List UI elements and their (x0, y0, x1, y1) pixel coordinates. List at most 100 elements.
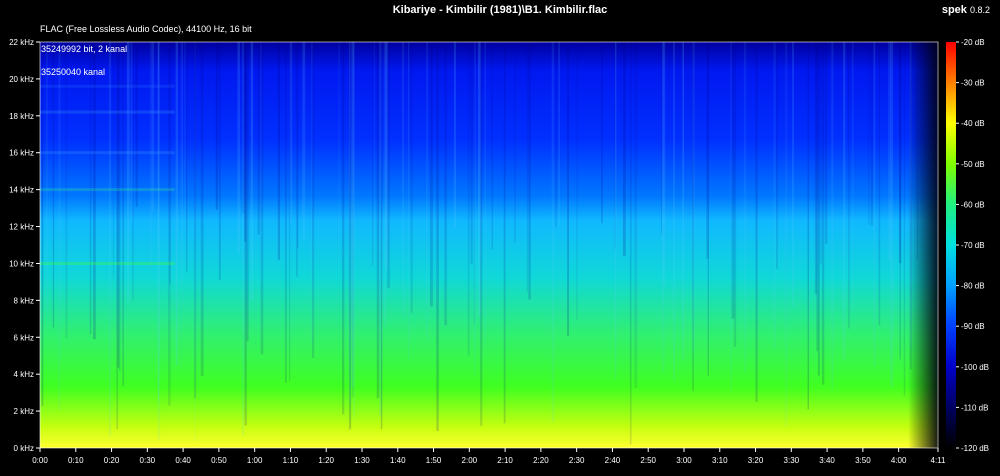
spectrogram-streak (662, 42, 665, 373)
spectrogram-streak (817, 42, 820, 376)
x-tick-label: 3:00 (676, 456, 692, 465)
y-axis: 0 kHz 2 kHz 4 kHz 6 kHz 8 kHz 10 kHz 12 kHz 14 … (9, 38, 40, 453)
spectrogram-streak (167, 42, 171, 406)
spectrogram-streak (430, 42, 433, 307)
spectrogram-streak (151, 42, 155, 212)
spectrogram-streak (289, 42, 291, 381)
spectrogram-streak (576, 42, 578, 320)
spectrogram-streak (250, 42, 254, 301)
colorbar-label: -120 dB (961, 444, 989, 453)
x-tick-label: 1:20 (318, 456, 334, 465)
spectrogram-streak (215, 42, 218, 210)
spectrogram-streak (380, 42, 383, 430)
spectrogram-streak (257, 42, 260, 235)
spectrogram-streak (408, 42, 410, 361)
spectrogram-streak (558, 42, 560, 227)
x-tick-label: 2:20 (533, 456, 549, 465)
spectrogram-streak (888, 42, 891, 261)
x-tick-label: 4:11 (931, 456, 947, 465)
x-tick-label: 2:00 (462, 456, 478, 465)
spectrogram-band (40, 262, 175, 265)
spectrogram-streak (260, 42, 264, 355)
spectrogram-streak (660, 42, 662, 235)
x-axis: 0:00 0:10 0:20 0:30 0:40 0:50 1:00 1:10 1:20 1:30… (32, 448, 946, 465)
y-tick-label: 14 kHz (9, 186, 34, 195)
spectrogram-streak (776, 42, 778, 269)
x-tick-label: 0:00 (32, 456, 48, 465)
spectrogram-streak (338, 42, 340, 248)
spectrogram-streak (342, 42, 345, 415)
spectrogram-streak (814, 42, 818, 295)
colorbar-label: -50 dB (961, 160, 985, 169)
spectrogram-band (40, 110, 175, 114)
spectrogram-streak (682, 42, 684, 360)
x-tick-label: 2:40 (605, 456, 621, 465)
spectrogram-streak (372, 42, 374, 266)
spectrogram-streak (376, 42, 380, 399)
spectrogram-streak (707, 42, 709, 376)
spectrogram-area (40, 42, 938, 448)
y-tick-label: 20 kHz (9, 75, 34, 84)
spectrogram-streak (426, 42, 428, 340)
x-tick-label: 2:10 (497, 456, 513, 465)
spectrogram-streak (467, 42, 470, 356)
spectrogram-band (40, 84, 175, 88)
spectrogram-streak (528, 42, 531, 300)
x-tick-label: 1:30 (354, 456, 370, 465)
spectrogram-chart: 35249992 bit, 2 kanal 35250040 kanal 0:00… (9, 38, 989, 465)
spectrogram-streak (46, 42, 48, 312)
spectrogram-streak (470, 42, 473, 264)
x-tick-label: 2:30 (569, 456, 585, 465)
y-tick-label: 6 kHz (14, 333, 34, 342)
colorbar-label: -70 dB (961, 241, 985, 250)
spectrogram-streak (410, 42, 413, 313)
y-tick-label: 2 kHz (14, 407, 34, 416)
colorbar-label: -30 dB (961, 79, 985, 88)
spectrogram-streak (743, 42, 747, 374)
spectrogram-streak (241, 42, 245, 436)
spectrogram-streak (514, 42, 516, 243)
spectrogram-streak (870, 42, 874, 226)
spectrogram-streak (819, 42, 822, 264)
spectrogram-streak (526, 42, 528, 292)
spectrogram-streak (108, 42, 112, 437)
spectrogram-streak (903, 42, 906, 396)
spectrogram-streak (200, 42, 204, 376)
spectrogram-streak (503, 42, 506, 424)
x-tick-label: 3:20 (748, 456, 764, 465)
x-tick-label: 0:50 (211, 456, 227, 465)
x-tick-label: 1:10 (283, 456, 299, 465)
spectrogram-streak (629, 42, 632, 445)
spectrogram-streak (851, 42, 854, 312)
spectrogram-streak (491, 42, 493, 250)
spectrogram-streak (130, 42, 133, 221)
spectrogram-streak (122, 42, 124, 387)
spectrogram-streak (484, 42, 486, 348)
colorbar-label: -60 dB (961, 200, 985, 209)
colorbar-label: -20 dB (961, 38, 985, 47)
y-tick-label: 12 kHz (9, 223, 34, 232)
spectrogram-streak (843, 42, 846, 360)
spectrogram-streak (312, 42, 315, 358)
spectrogram-streak (873, 42, 876, 367)
spectrogram-streak (285, 42, 287, 383)
spectrogram-streak (673, 42, 675, 382)
spectrogram-streak (237, 42, 240, 254)
spectrogram-streak (186, 42, 188, 272)
spectrogram-streak (157, 42, 159, 402)
x-tick-label: 2:50 (640, 456, 656, 465)
x-tick-label: 1:40 (390, 456, 406, 465)
y-tick-label: 4 kHz (14, 370, 34, 379)
spectrogram-streak (58, 42, 61, 410)
spectrogram-streak (218, 42, 221, 281)
y-tick-label: 10 kHz (9, 259, 34, 268)
spectrogram-streak (634, 42, 638, 389)
spectrogram-streak (623, 42, 626, 257)
x-tick-label: 3:30 (784, 456, 800, 465)
spectrogram-streak (615, 42, 617, 379)
y-tick-label: 16 kHz (9, 149, 34, 158)
overlay-text: 35249992 bit, 2 kanal (41, 44, 127, 54)
spectrogram-streak (848, 42, 850, 329)
spectrogram-streak (731, 42, 735, 319)
spectrogram-streak (474, 42, 476, 377)
